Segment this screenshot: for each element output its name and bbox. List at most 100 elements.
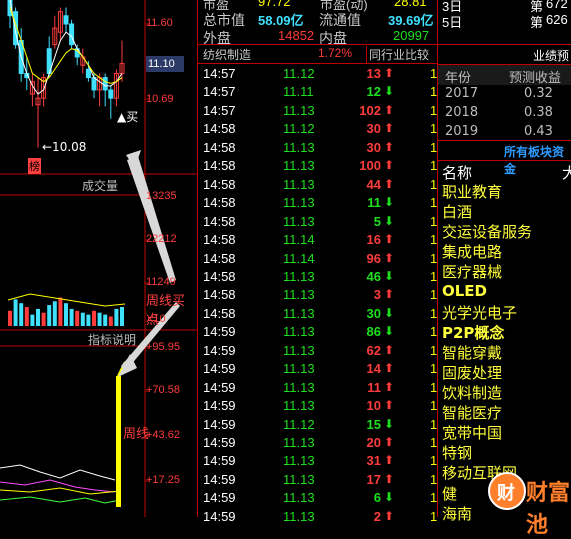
sector-item[interactable]: 光学光电子 [442,302,517,323]
tick-price: 11.12 [283,121,315,137]
arrow-up-icon: ⬆ [384,471,395,486]
tick-price: 11.13 [283,213,315,229]
sector-item[interactable]: 职业教育 [442,181,502,202]
volume-bar [80,312,85,326]
kline-chart-panel[interactable]: 11.60 11.10 10.69 ←10.08 ▲买 榜 成交量 13235 … [0,0,197,517]
arrow-down-icon: ⬇ [384,84,395,99]
tick-price: 11.13 [283,398,315,414]
sector-item[interactable]: 集成电路 [442,241,502,262]
arrow-up-icon: ⬆ [384,66,395,80]
industry-name[interactable]: 纺织制造 [203,46,251,63]
candle-body [102,77,108,91]
volume-bar [30,314,35,326]
tick-row: 14:57 11.13 102 ⬆ 1 [198,103,438,122]
indicator-axis-label: +17.25 [146,474,180,486]
forecast-header: 年份 预测收益 [438,64,571,86]
tick-time: 14:59 [203,379,236,395]
sector-item[interactable]: 海南 [442,503,472,524]
sector-item[interactable]: 固废处理 [442,362,502,383]
price-axis-label: 11.60 [146,17,173,29]
tick-volume: 14 [366,361,381,377]
sector-item[interactable]: 宽带中国 [442,422,502,443]
tick-time: 14:57 [203,102,236,118]
tick-price: 11.13 [283,453,315,469]
sector-item[interactable]: 医疗器械 [442,261,502,282]
tick-price: 11.13 [283,305,315,321]
tick-price: 11.13 [283,195,315,211]
sector-item[interactable]: 饮料制造 [442,382,502,403]
arrow-down-icon: ⬇ [384,490,395,505]
sector-item[interactable]: 白酒 [442,201,472,222]
volume-bars [7,293,126,326]
sector-item[interactable]: OLED [442,282,487,300]
candlesticks [7,0,125,148]
sectors-header-name[interactable]: 名称 [442,162,472,183]
tick-time: 14:59 [203,398,236,414]
tick-row: 14:59 11.13 86 ⬇ 1 [198,324,438,343]
volume-bar [114,308,119,326]
price-axis-label-current: 11.10 [148,58,175,70]
tick-time: 14:59 [203,471,236,487]
tick-price: 11.13 [283,342,315,358]
summary-row-cap: 总市值 58.09亿 流通值 39.69亿 [203,12,434,28]
tick-time: 14:59 [203,490,236,506]
arrow-up-icon: ⬆ [384,250,395,265]
sector-item[interactable]: P2P概念 [442,322,504,343]
tick-row: 14:58 11.13 3 ⬆ 1 [198,287,438,306]
industry-row[interactable]: 纺织制造 1.72% 同行业比较 [198,46,438,65]
cfp-logo-icon: 财 [488,472,526,510]
sector-item[interactable]: 智能穿戴 [442,342,502,363]
tick-row: 14:59 11.13 17 ⬆ 1 [198,472,438,491]
watermark: 财 财富池 [488,470,571,538]
tick-volume: 86 [366,324,381,340]
candle-body [91,77,97,91]
volume-bar [8,310,12,326]
sector-item[interactable]: 健 [442,483,457,504]
tick-volume: 46 [366,268,381,284]
volume-bar [13,299,18,326]
industry-compare-button[interactable]: 同行业比较 [366,46,431,63]
tick-volume: 5 [373,213,381,229]
tick-row: 14:58 11.13 30 ⬇ 1 [198,306,438,325]
candle-body [85,68,91,79]
tick-price: 11.13 [283,158,315,174]
arrow-up-icon: ⬆ [384,121,395,136]
arrow-pointer-1 [127,156,176,283]
volume-bar [108,316,113,326]
tick-volume: 11 [367,379,381,395]
tick-volume: 102 [359,102,381,118]
volume-bar [64,303,68,326]
tick-time: 14:58 [203,176,236,192]
tick-time: 14:59 [203,453,236,469]
arrow-down-icon: ⬇ [384,268,395,283]
volume-bar [19,303,24,326]
arrow-up-icon: ⬆ [384,232,395,247]
arrow-up-icon: ⬆ [384,176,395,191]
tick-price: 11.13 [283,435,315,450]
tick-row: 14:59 11.13 20 ⬆ 1 [198,435,438,454]
tick-row: 14:59 11.13 6 ⬇ 1 [198,490,438,509]
volume-bar [41,312,46,326]
volume-tab[interactable]: 成交量 [82,177,118,194]
indicator-tab[interactable]: 指标说明 [88,331,136,348]
tick-row: 14:58 11.13 100 ⬆ 1 [198,158,438,177]
arrow-down-icon: ⬇ [384,195,395,210]
tick-volume: 2 [373,508,381,524]
tick-row: 14:58 11.13 44 ⬆ 1 [198,177,438,196]
tick-price: 11.13 [283,139,315,155]
sector-item[interactable]: 交运设备服务 [442,221,532,242]
tick-time: 14:59 [203,342,236,358]
forecast-row: 2017 0.32 [445,86,553,101]
tick-detail-panel: 市盈 97.72 市盈(动) 28.81 总市值 58.09亿 流通值 39.6… [197,0,438,524]
volume-axis-label: 22212 [146,233,177,245]
sector-item[interactable]: 特钢 [442,442,472,463]
indicator-axis-label: +43.62 [146,429,180,441]
sectors-header-extra[interactable]: 大 [562,162,571,183]
tick-row: 14:58 11.13 46 ⬇ 1 [198,269,438,288]
sector-item[interactable]: 智能医疗 [442,402,502,423]
tick-row: 14:59 11.13 2 ⬆ 1 [198,509,438,528]
tick-time: 14:59 [203,361,236,377]
tick-price: 11.13 [283,508,315,524]
tick-time: 14:58 [203,287,236,303]
low-price-label: ←10.08 [42,140,87,154]
